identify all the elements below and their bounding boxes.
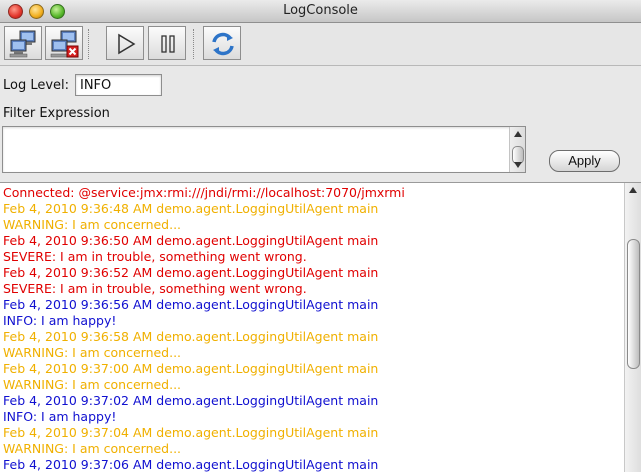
- log-line: Feb 4, 2010 9:36:48 AM demo.agent.Loggin…: [3, 201, 379, 216]
- log-line: Feb 4, 2010 9:36:58 AM demo.agent.Loggin…: [3, 329, 379, 344]
- scrollbar-thumb[interactable]: [627, 239, 640, 369]
- log-line: INFO: I am happy!: [3, 409, 117, 424]
- log-line: Feb 4, 2010 9:37:04 AM demo.agent.Loggin…: [3, 425, 379, 440]
- log-console-window: LogConsole Log Level: INFO Filter Expres…: [0, 0, 641, 472]
- log-line: Feb 4, 2010 9:36:56 AM demo.agent.Loggin…: [3, 297, 379, 312]
- scroll-up-arrow-icon[interactable]: [629, 187, 637, 193]
- log-line: Connected: @service:jmx:rmi:///jndi/rmi:…: [3, 185, 405, 200]
- log-line: WARNING: I am concerned...: [3, 345, 182, 360]
- log-line: WARNING: I am concerned...: [3, 377, 182, 392]
- toolbar-separator: [88, 29, 90, 59]
- log-line: Feb 4, 2010 9:36:50 AM demo.agent.Loggin…: [3, 233, 379, 248]
- window-title: LogConsole: [283, 3, 358, 18]
- apply-button[interactable]: Apply: [549, 150, 620, 172]
- filter-expression-input[interactable]: [2, 126, 526, 173]
- log-line: WARNING: I am concerned...: [3, 217, 182, 232]
- log-line: Feb 4, 2010 9:37:00 AM demo.agent.Loggin…: [3, 361, 379, 376]
- log-line: Feb 4, 2010 9:36:52 AM demo.agent.Loggin…: [3, 265, 379, 280]
- log-level-field[interactable]: [75, 74, 162, 96]
- log-line: SEVERE: I am in trouble, something went …: [3, 281, 307, 296]
- refresh-icon: [212, 32, 234, 56]
- disconnect-button[interactable]: [45, 26, 83, 60]
- scroll-up-arrow-icon[interactable]: [514, 131, 522, 137]
- scroll-down-arrow-icon[interactable]: [514, 162, 522, 168]
- refresh-button[interactable]: [203, 26, 241, 60]
- title-bar[interactable]: LogConsole: [0, 0, 641, 23]
- log-line: Feb 4, 2010 9:37:02 AM demo.agent.Loggin…: [3, 393, 379, 408]
- log-level-label: Log Level:: [3, 78, 70, 93]
- pause-button[interactable]: [148, 26, 186, 60]
- log-output-area[interactable]: Connected: @service:jmx:rmi:///jndi/rmi:…: [0, 182, 641, 472]
- play-icon: [118, 33, 136, 55]
- filter-expression-label: Filter Expression: [3, 106, 110, 121]
- disconnect-computers-icon: [50, 30, 79, 58]
- play-button[interactable]: [106, 26, 144, 60]
- toolbar: [0, 23, 641, 66]
- log-line: Feb 4, 2010 9:37:06 AM demo.agent.Loggin…: [3, 457, 379, 472]
- pause-icon: [161, 35, 175, 53]
- connect-button[interactable]: [4, 26, 42, 60]
- log-scrollbar[interactable]: [624, 183, 641, 472]
- log-line: WARNING: I am concerned...: [3, 441, 182, 456]
- toolbar-separator: [193, 29, 195, 59]
- log-line: SEVERE: I am in trouble, something went …: [3, 249, 307, 264]
- filter-scrollbar[interactable]: [509, 127, 525, 172]
- log-line: INFO: I am happy!: [3, 313, 117, 328]
- connect-computers-icon: [9, 30, 36, 58]
